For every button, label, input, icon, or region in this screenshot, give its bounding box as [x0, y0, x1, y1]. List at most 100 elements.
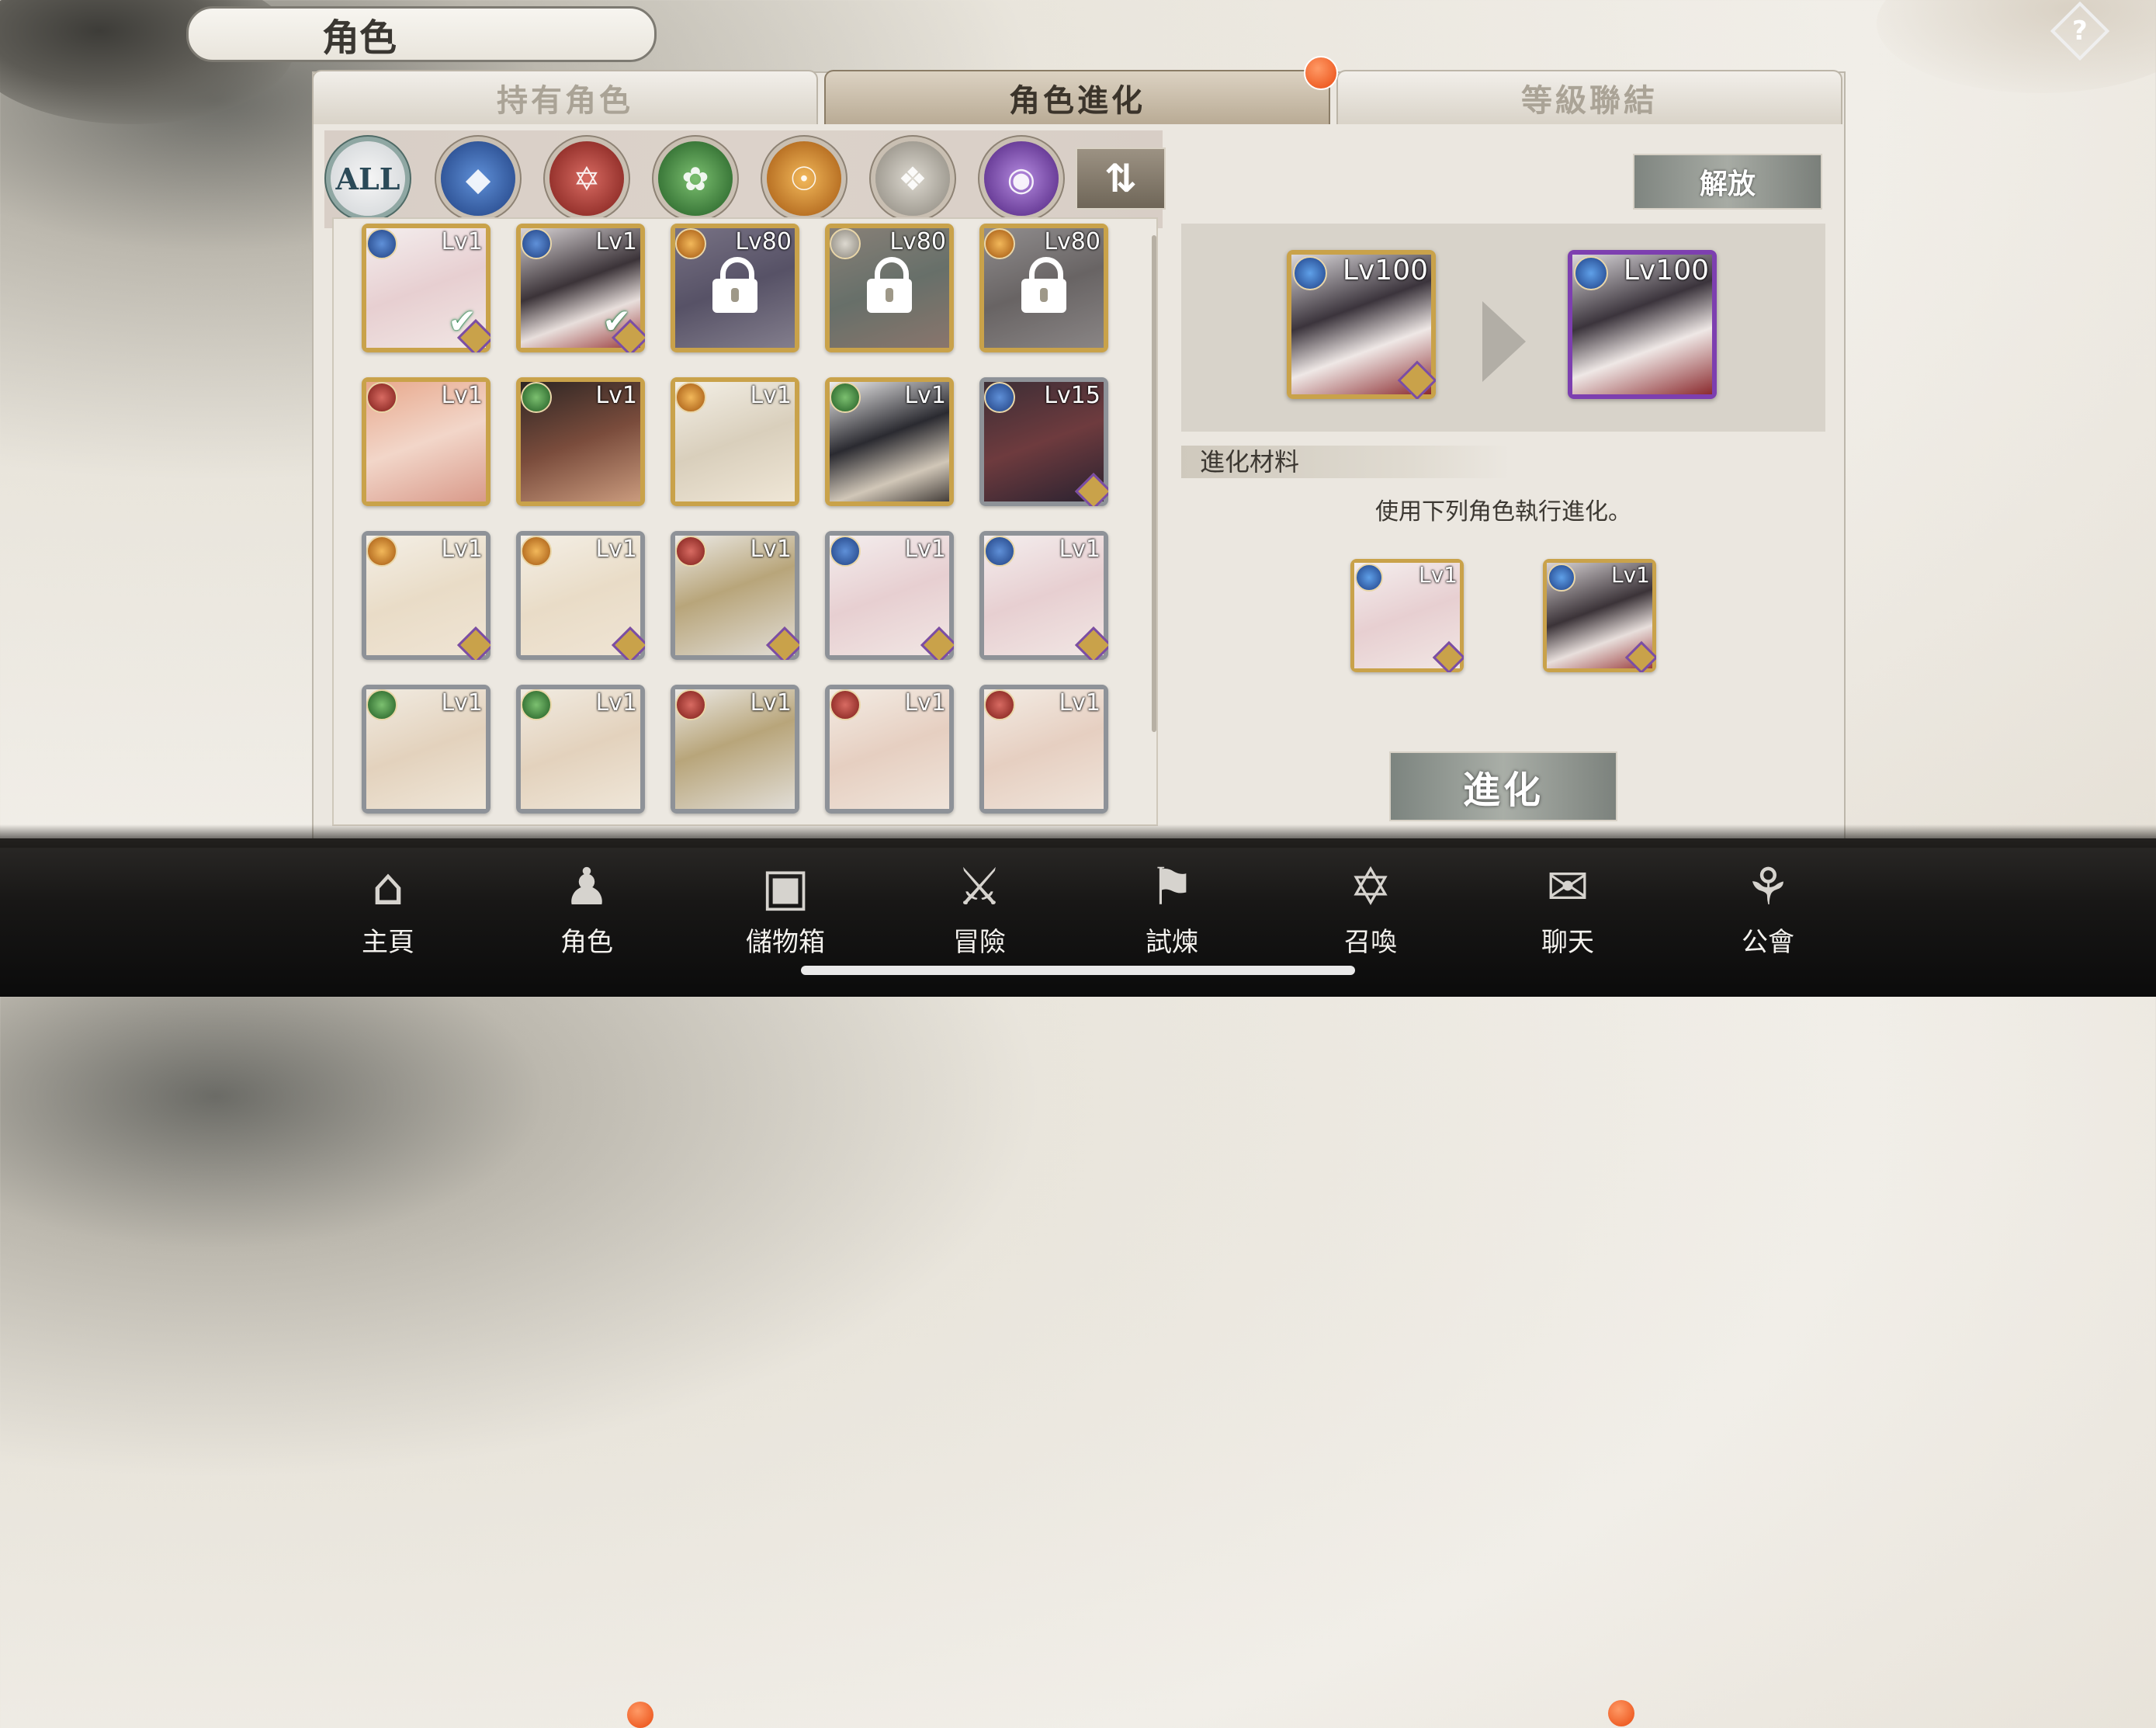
lock-icon — [1021, 256, 1066, 313]
level-label: Lv1 — [441, 382, 483, 409]
character-card[interactable]: Lv1 — [825, 685, 954, 814]
sort-button[interactable]: ⇅ — [1076, 147, 1166, 210]
help-button[interactable]: ? — [2050, 1, 2110, 61]
filter-fire-button[interactable]: ✡ — [549, 141, 624, 216]
character-card[interactable]: Lv1 — [671, 377, 799, 506]
compass-icon: ❖ — [898, 159, 927, 198]
filter-light-button[interactable]: ☉ — [767, 141, 841, 216]
level-label: Lv1 — [1611, 562, 1650, 588]
release-button[interactable]: 解放 — [1633, 154, 1822, 210]
fire-element-icon — [675, 689, 706, 720]
level-label: Lv80 — [735, 228, 792, 255]
character-card[interactable]: Lv1 — [825, 531, 954, 660]
water-element-icon — [1293, 256, 1327, 290]
home-icon: ⌂ — [372, 856, 404, 917]
level-label: Lv1 — [441, 689, 483, 717]
nav-home[interactable]: ⌂ 主頁 — [326, 854, 450, 970]
lock-icon — [867, 256, 912, 313]
crossed-swords-icon: ⚔ — [956, 856, 1003, 917]
fire-element-icon — [366, 382, 397, 413]
filter-all-button[interactable]: ALL — [331, 141, 405, 216]
character-card[interactable]: Lv1 — [671, 531, 799, 660]
filter-dark-button[interactable]: ◉ — [984, 141, 1059, 216]
nav-label: 儲物箱 — [746, 927, 825, 958]
material-card[interactable]: Lv1 — [1543, 559, 1656, 672]
level-label: Lv1 — [750, 382, 792, 409]
character-card[interactable]: Lv1 — [516, 685, 645, 814]
water-drop-icon: ◆ — [465, 159, 491, 198]
light-element-icon — [984, 228, 1015, 259]
nav-adventure[interactable]: ⚔ 冒險 — [917, 854, 1042, 970]
level-label: Lv1 — [904, 536, 946, 563]
character-card[interactable]: Lv1 ✔ — [516, 224, 645, 352]
nav-chat[interactable]: ✉ 聊天 — [1506, 854, 1630, 970]
grid-scrollbar[interactable] — [1152, 235, 1156, 732]
level-label: Lv1 — [441, 228, 483, 255]
ink-decoration — [1877, 0, 2156, 93]
sun-icon: ☉ — [789, 159, 819, 198]
nav-characters[interactable]: ♟ 角色 — [525, 854, 649, 970]
sort-arrows-icon: ⇅ — [1104, 156, 1137, 201]
nav-trial[interactable]: ⚑ 試煉 — [1110, 854, 1234, 970]
nav-label: 試煉 — [1146, 927, 1198, 958]
evolution-preview: Lv100 Lv100 — [1181, 224, 1825, 432]
character-card[interactable]: Lv15 — [979, 377, 1108, 506]
character-card[interactable]: Lv1 — [362, 685, 490, 814]
light-element-icon — [675, 382, 706, 413]
nav-guild[interactable]: ⚘ 公會 — [1706, 854, 1830, 970]
light-element-icon — [366, 536, 397, 567]
evolve-button[interactable]: 進化 — [1389, 751, 1617, 821]
materials-section-title: 進化材料 — [1181, 446, 1510, 478]
character-card[interactable]: Lv1 — [671, 685, 799, 814]
nav-summon[interactable]: ✡ 召喚 — [1309, 854, 1433, 970]
character-card[interactable]: Lv1 — [979, 685, 1108, 814]
filter-water-button[interactable]: ◆ — [441, 141, 515, 216]
evolution-before-card[interactable]: Lv100 — [1287, 250, 1436, 399]
character-card[interactable]: Lv80 — [671, 224, 799, 352]
water-element-icon — [1355, 564, 1383, 592]
level-label: Lv1 — [904, 382, 946, 409]
characters-icon: ♟ — [563, 856, 610, 917]
character-card[interactable]: Lv1 — [516, 377, 645, 506]
character-card[interactable]: Lv80 — [825, 224, 954, 352]
fire-element-icon — [830, 689, 861, 720]
water-element-icon — [366, 228, 397, 259]
character-list-area: ALL ◆ ✡ ✿ ☉ ❖ ◉ ⇅ Lv1 ✔ Lv1 ✔ Lv80 Lv80 … — [324, 130, 1166, 829]
water-element-icon — [521, 228, 552, 259]
water-element-icon — [1548, 564, 1575, 592]
tab-character-evolution[interactable]: 角色進化 — [824, 70, 1330, 124]
material-card[interactable]: Lv1 — [1350, 559, 1464, 672]
level-label: Lv1 — [1059, 689, 1101, 717]
character-card[interactable]: Lv1 — [979, 531, 1108, 660]
home-indicator[interactable] — [801, 966, 1355, 975]
evolution-after-card[interactable]: Lv100 — [1568, 250, 1717, 399]
character-card[interactable]: Lv1 ✔ — [362, 224, 490, 352]
chat-bubble-icon: ✉ — [1546, 856, 1589, 917]
character-card[interactable]: Lv1 — [825, 377, 954, 506]
character-card[interactable]: Lv1 — [516, 531, 645, 660]
character-card[interactable]: Lv1 — [362, 377, 490, 506]
level-label: Lv1 — [595, 689, 637, 717]
light-element-icon — [675, 228, 706, 259]
nav-storage[interactable]: ▣ 儲物箱 — [723, 854, 847, 970]
nav-label: 公會 — [1742, 927, 1794, 958]
wind-element-icon — [830, 382, 861, 413]
filter-wind-button[interactable]: ✿ — [658, 141, 733, 216]
filter-neutral-button[interactable]: ❖ — [875, 141, 950, 216]
level-label: Lv1 — [750, 689, 792, 717]
notification-badge — [627, 1702, 653, 1728]
flag-icon: ⚑ — [1149, 856, 1195, 917]
tab-level-link[interactable]: 等級聯結 — [1336, 70, 1842, 124]
tab-owned-characters[interactable]: 持有角色 — [312, 70, 818, 124]
storage-box-icon: ▣ — [761, 856, 810, 917]
character-card[interactable]: Lv80 — [979, 224, 1108, 352]
water-element-icon — [984, 536, 1015, 567]
wind-element-icon — [366, 689, 397, 720]
filter-all-label: ALL — [335, 161, 400, 196]
level-label: Lv1 — [441, 536, 483, 563]
nav-label: 聊天 — [1541, 927, 1594, 958]
water-element-icon — [984, 382, 1015, 413]
level-label: Lv80 — [1044, 228, 1101, 255]
element-filter-bar: ALL ◆ ✡ ✿ ☉ ❖ ◉ ⇅ — [324, 130, 1166, 228]
character-card[interactable]: Lv1 — [362, 531, 490, 660]
